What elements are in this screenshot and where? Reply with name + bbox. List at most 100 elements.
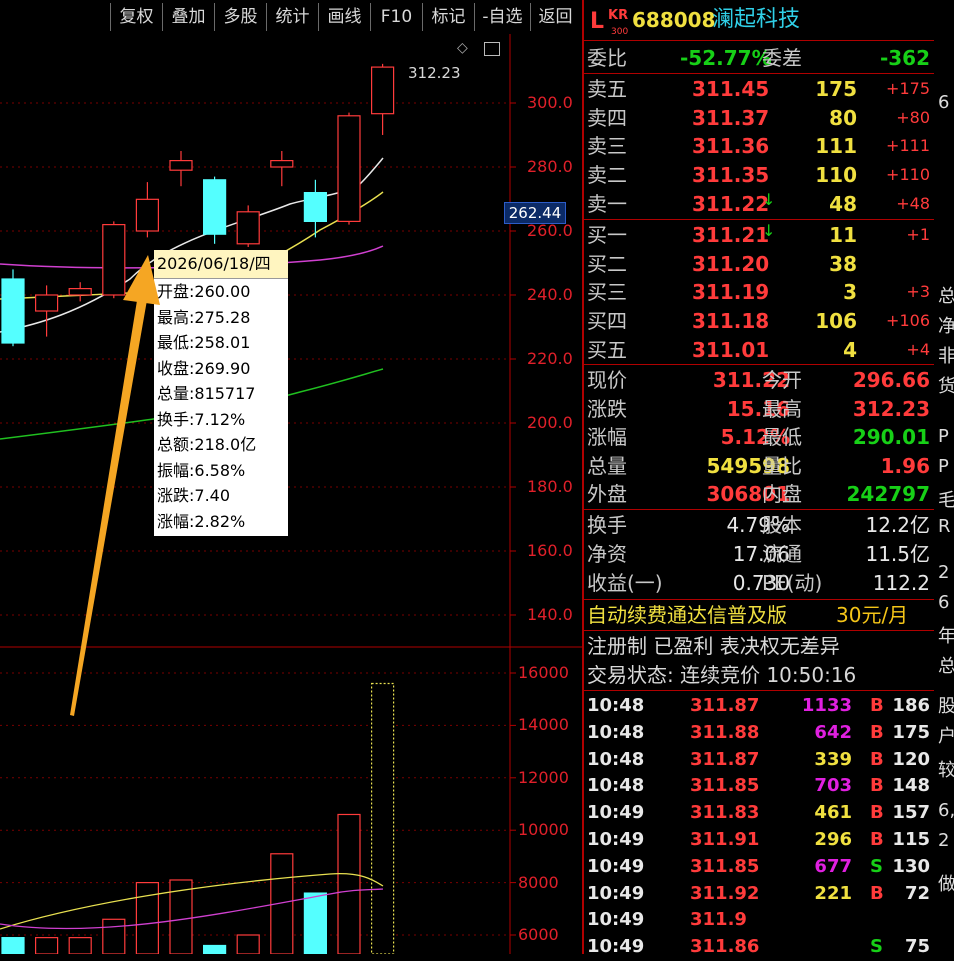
toolbar-f10-button[interactable]: F10 xyxy=(370,3,422,31)
toolbar-mark-button[interactable]: 标记 xyxy=(422,3,474,31)
bid-level-row[interactable]: 买三 311.19 3 +3 xyxy=(584,278,934,306)
bid-level-row[interactable]: 买一 311.21 11 +1 xyxy=(584,221,934,249)
price-axis-label: 180.0 xyxy=(527,477,573,496)
toolbar-draw-button[interactable]: 画线 xyxy=(318,3,370,31)
toolbar-back-button[interactable]: 返回 xyxy=(530,3,580,31)
tooltip-low: 最低:258.01 xyxy=(157,333,251,352)
tick-side: B xyxy=(870,802,884,824)
bid-level-row[interactable]: 买五 311.01 4 +4 xyxy=(584,336,934,364)
price-axis-label: 300.0 xyxy=(527,93,573,112)
side-strip-text: 6 xyxy=(938,592,950,613)
kline-chart-canvas xyxy=(0,34,582,954)
tick-volume: 296 xyxy=(814,829,852,850)
tick-side: S xyxy=(870,936,883,958)
ask-level-row[interactable]: 卖四 311.37 80 +80 xyxy=(584,104,934,132)
bid-price: 311.19 xyxy=(692,280,770,305)
stat-row: 换手 4.79% 股本 12.2亿 xyxy=(584,511,934,539)
side-strip-text: 总 xyxy=(938,286,954,307)
stat-row: 收益(一) 0.730 PE(动) 112.2 xyxy=(584,569,934,597)
tick-price: 311.83 xyxy=(690,802,760,824)
bid-volume: 11 xyxy=(829,223,857,247)
stat-row: 净资 17.06 流通 11.5亿 xyxy=(584,540,934,568)
side-strip-text: 2 xyxy=(938,562,950,583)
tooltip-close: 收盘:269.90 xyxy=(157,358,251,378)
tick-price: 311.87 xyxy=(690,748,760,770)
candle-body xyxy=(1,278,25,344)
toolbar-multistock-button[interactable]: 多股 xyxy=(214,3,266,31)
volume-bar xyxy=(102,918,126,954)
promo-row[interactable]: 自动续费通达信普及版 30元/月 xyxy=(584,601,934,629)
kline-chart[interactable]: ◇ 312.23 262.44 300.0 280.0 260.0 240.0 220.… xyxy=(0,34,582,954)
tick-volume: 221 xyxy=(814,882,852,904)
ask-price: 311.37 xyxy=(692,105,770,130)
tick-row[interactable]: 10:49 311.85 677 S 130 xyxy=(584,853,934,881)
toolbar-stats-button[interactable]: 统计 xyxy=(266,3,318,31)
ask-level-row[interactable]: 卖二 311.35 110 +110 xyxy=(584,161,934,189)
bid-level-row[interactable]: 买二 311.20 38 xyxy=(584,250,934,278)
toolbar-overlay-button[interactable]: 叠加 xyxy=(162,3,214,31)
tick-time: 10:49 xyxy=(587,909,645,931)
tooltip-amplitude: 振幅:6.58% xyxy=(157,460,246,480)
stat-label: 外盘 xyxy=(587,482,627,507)
stat-value: 242797 xyxy=(846,482,931,507)
candle-body xyxy=(303,192,327,223)
tick-time: 10:48 xyxy=(587,695,645,716)
toolbar-remove-watchlist-button[interactable]: -自选 xyxy=(474,3,530,31)
tick-row[interactable]: 10:48 311.87 1133 B 186 xyxy=(584,692,934,720)
ask-level-row[interactable]: 卖三 311.36 111 +111 xyxy=(584,132,934,160)
volume-bar xyxy=(135,881,159,954)
tick-row[interactable]: 10:48 311.88 642 B 175 xyxy=(584,719,934,747)
chart-toolbar: 复权 叠加 多股 统计 画线 F10 标记 -自选 返回 xyxy=(0,0,580,34)
tick-side: B xyxy=(870,882,884,904)
candle-body xyxy=(337,115,361,223)
stat-label: 股本 xyxy=(762,513,802,537)
tick-row[interactable]: 10:48 311.87 339 B 120 xyxy=(584,746,934,774)
tick-count: 175 xyxy=(892,721,930,743)
ask-change: +80 xyxy=(896,107,930,127)
tick-row[interactable]: 10:49 311.86 S 75 xyxy=(584,933,934,961)
tick-row[interactable]: 10:49 311.83 461 B 157 xyxy=(584,799,934,827)
tick-time: 10:49 xyxy=(587,802,645,824)
stat-label: 涨跌 xyxy=(587,396,627,421)
toolbar-fuquan-button[interactable]: 复权 xyxy=(110,3,162,31)
tick-price: 311.85 xyxy=(690,775,760,797)
side-strip-text: 做 xyxy=(938,874,954,895)
ask-level-row[interactable]: 卖一 311.22 48 +48 xyxy=(584,190,934,218)
tags-row: 注册制 已盈利 表决权无差异 xyxy=(587,634,840,658)
tick-time: 10:49 xyxy=(587,936,645,958)
diamond-icon[interactable]: ◇ xyxy=(457,40,468,56)
tick-row[interactable]: 10:48 311.85 703 B 148 xyxy=(584,772,934,800)
bid-change: +3 xyxy=(906,282,930,302)
stat-label: 最高 xyxy=(762,396,802,421)
candle-body xyxy=(371,66,395,115)
tick-row[interactable]: 10:49 311.92 221 B 72 xyxy=(584,880,934,908)
tick-side: B xyxy=(870,695,884,716)
candle-body xyxy=(68,288,92,296)
stat-row: 现价 311.22 今开 296.66 xyxy=(584,366,934,394)
tick-side: B xyxy=(870,721,884,743)
stat-value: 290.01 xyxy=(852,425,930,450)
high-price-marker: 312.23 xyxy=(408,64,461,82)
ask-level-row[interactable]: 卖五 311.45 175 +175 xyxy=(584,75,934,103)
price-axis-label: 220.0 xyxy=(527,349,573,368)
tick-row[interactable]: 10:49 311.9 xyxy=(584,906,934,934)
side-strip-text: 较 xyxy=(938,760,954,781)
stat-label: 量比 xyxy=(762,453,802,478)
candle-body xyxy=(169,159,193,171)
tick-row[interactable]: 10:49 311.91 296 B 115 xyxy=(584,826,934,854)
price-axis-label: 260.0 xyxy=(527,221,573,240)
stat-value: 1.96 xyxy=(880,453,930,478)
stat-row: 总量 549598 量比 1.96 xyxy=(584,452,934,480)
tick-time: 10:49 xyxy=(587,882,645,904)
stock-code: 688008 xyxy=(632,8,716,32)
volume-axis-label: 16000 xyxy=(518,663,569,682)
ask-volume: 175 xyxy=(815,77,857,101)
side-strip-text: P xyxy=(938,426,949,447)
tick-volume: 703 xyxy=(814,775,852,797)
panel-toggle-icon[interactable] xyxy=(484,42,500,56)
tick-count: 115 xyxy=(892,829,930,850)
market-badge-letter: L xyxy=(590,9,605,34)
tick-side: B xyxy=(870,829,884,850)
bid-level-row[interactable]: 买四 311.18 106 +106 xyxy=(584,307,934,335)
volume-axis-label: 8000 xyxy=(518,872,559,892)
